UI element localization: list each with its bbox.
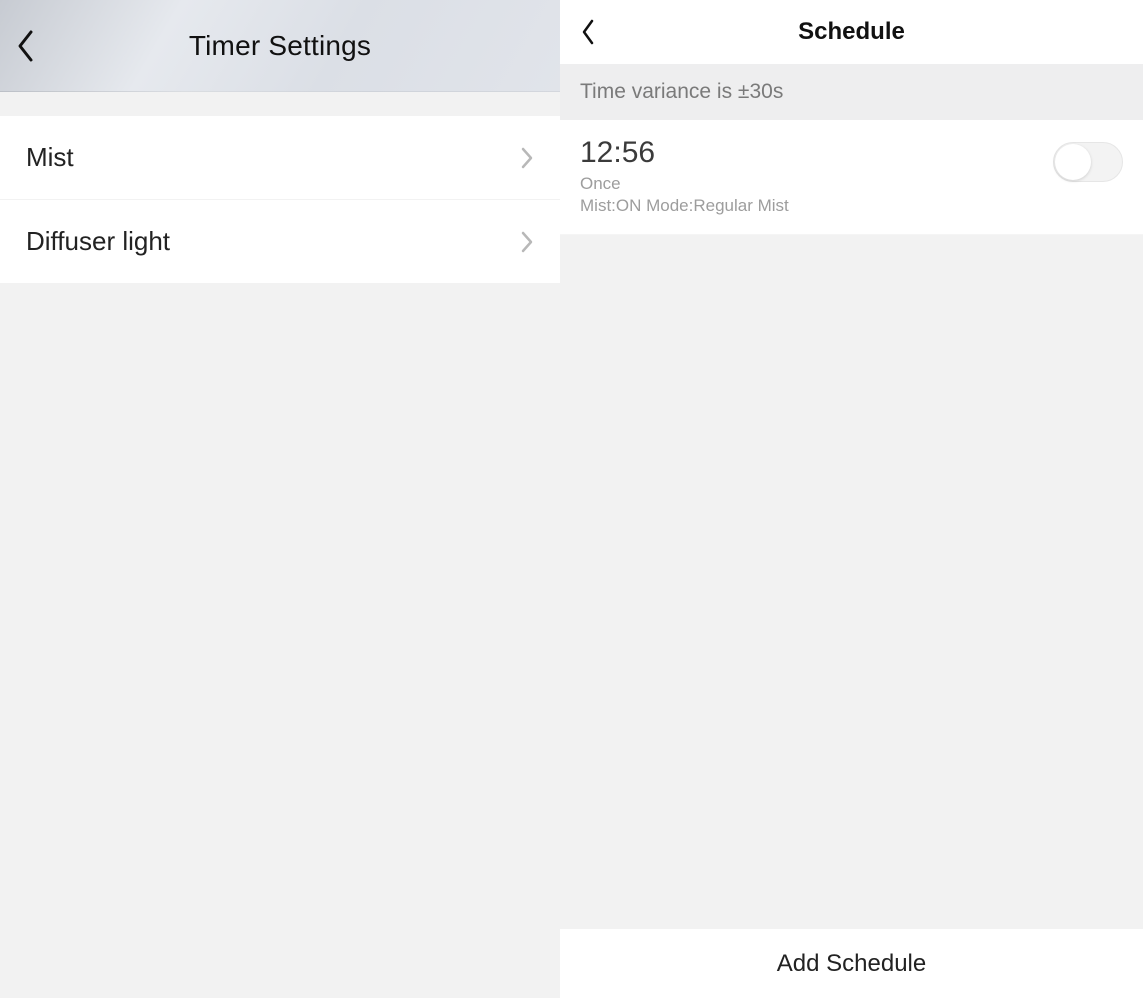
schedule-time: 12:56 [580,136,789,170]
list-item-diffuser-light[interactable]: Diffuser light [0,200,560,284]
toggle-knob [1055,144,1091,180]
add-schedule-button[interactable]: Add Schedule [560,928,1143,998]
schedule-screen: Schedule Time variance is ±30s 12:56 Onc… [560,0,1143,998]
timer-settings-header: Timer Settings [0,0,560,92]
schedule-info: 12:56 Once Mist:ON Mode:Regular Mist [580,136,789,216]
chevron-right-icon [520,230,534,254]
empty-area [560,235,1143,998]
schedule-row[interactable]: 12:56 Once Mist:ON Mode:Regular Mist [560,120,1143,235]
back-button[interactable] [16,29,36,63]
schedule-repeat: Once [580,174,789,194]
back-button[interactable] [580,18,596,46]
chevron-right-icon [520,146,534,170]
variance-info: Time variance is ±30s [560,64,1143,120]
schedule-toggle[interactable] [1053,142,1123,182]
schedule-detail: Mist:ON Mode:Regular Mist [580,196,789,216]
list-item-label: Mist [26,142,74,173]
chevron-left-icon [580,18,596,46]
list-item-mist[interactable]: Mist [0,116,560,200]
schedule-header: Schedule [560,0,1143,64]
list-item-label: Diffuser light [26,226,170,257]
section-gap [0,92,560,116]
timer-settings-screen: Timer Settings Mist Diffuser light [0,0,560,998]
add-schedule-label: Add Schedule [777,950,926,978]
page-title: Schedule [560,18,1143,46]
page-title: Timer Settings [0,30,560,62]
chevron-left-icon [16,29,36,63]
